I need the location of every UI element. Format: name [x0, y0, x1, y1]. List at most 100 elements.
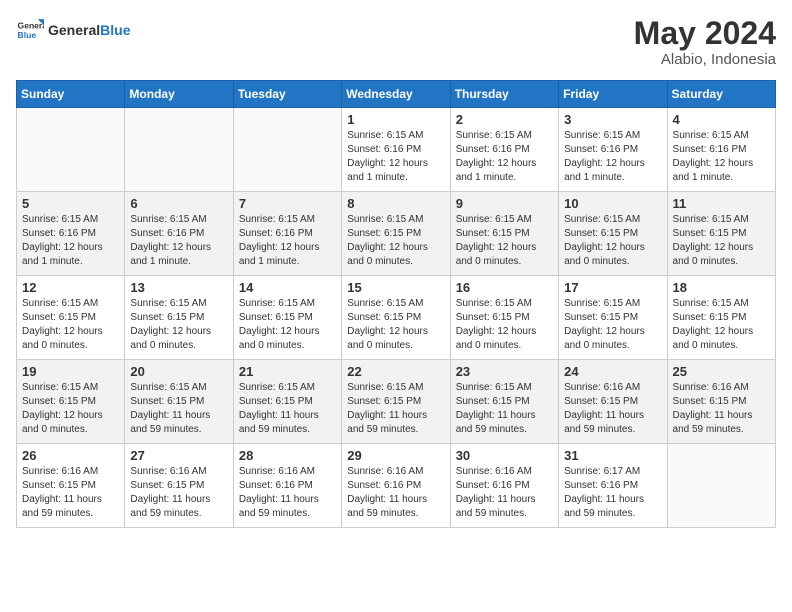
day-info: Sunrise: 6:15 AM Sunset: 6:15 PM Dayligh… — [456, 297, 553, 353]
day-number: 8 — [347, 196, 444, 211]
day-number: 26 — [22, 448, 119, 463]
day-number: 17 — [564, 280, 661, 295]
day-number: 15 — [347, 280, 444, 295]
calendar-day-29: 29 Sunrise: 6:16 AM Sunset: 6:16 PM Dayli… — [342, 444, 450, 528]
calendar-day-empty — [125, 108, 233, 192]
calendar-day-23: 23Sunrise: 6:15 AM Sunset: 6:15 PM Dayli… — [450, 360, 558, 444]
day-info: Sunrise: 6:15 AM Sunset: 6:15 PM Dayligh… — [239, 381, 336, 437]
day-info: Sunrise: 6:16 AM Sunset: 6:15 PM Dayligh… — [673, 381, 770, 437]
day-info: Sunrise: 6:15 AM Sunset: 6:15 PM Dayligh… — [22, 381, 119, 437]
calendar-day-22: 22 Sunrise: 6:15 AM Sunset: 6:15 PM Dayli… — [342, 360, 450, 444]
calendar-week-row: 19Sunrise: 6:15 AM Sunset: 6:15 PM Dayli… — [17, 360, 776, 444]
calendar-week-row: 1 Sunrise: 6:15 AM Sunset: 6:16 PM Daylig… — [17, 108, 776, 192]
calendar-week-row: 5 Sunrise: 6:15 AM Sunset: 6:16 PM Daylig… — [17, 192, 776, 276]
day-info: Sunrise: 6:15 AM Sunset: 6:15 PM Dayligh… — [673, 213, 770, 269]
day-info: Sunrise: 6:17 AM Sunset: 6:16 PM Dayligh… — [564, 465, 661, 521]
day-info: Sunrise: 6:15 AM Sunset: 6:15 PM Dayligh… — [347, 381, 444, 437]
day-info: Sunrise: 6:15 AM Sunset: 6:15 PM Dayligh… — [239, 297, 336, 353]
day-info: Sunrise: 6:15 AM Sunset: 6:16 PM Dayligh… — [239, 213, 336, 269]
day-info: Sunrise: 6:15 AM Sunset: 6:15 PM Dayligh… — [456, 213, 553, 269]
calendar-day-31: 31Sunrise: 6:17 AM Sunset: 6:16 PM Dayli… — [559, 444, 667, 528]
day-number: 22 — [347, 364, 444, 379]
calendar-day-12: 12Sunrise: 6:15 AM Sunset: 6:15 PM Dayli… — [17, 276, 125, 360]
title-block: May 2024 Alabio, Indonesia — [634, 16, 776, 68]
calendar-day-13: 13Sunrise: 6:15 AM Sunset: 6:15 PM Dayli… — [125, 276, 233, 360]
logo-blue: Blue — [100, 22, 130, 38]
day-info: Sunrise: 6:16 AM Sunset: 6:16 PM Dayligh… — [239, 465, 336, 521]
calendar-day-14: 14 Sunrise: 6:15 AM Sunset: 6:15 PM Dayli… — [233, 276, 341, 360]
calendar-day-19: 19Sunrise: 6:15 AM Sunset: 6:15 PM Dayli… — [17, 360, 125, 444]
calendar-day-21: 21 Sunrise: 6:15 AM Sunset: 6:15 PM Dayli… — [233, 360, 341, 444]
day-info: Sunrise: 6:15 AM Sunset: 6:15 PM Dayligh… — [673, 297, 770, 353]
day-info: Sunrise: 6:15 AM Sunset: 6:15 PM Dayligh… — [130, 297, 227, 353]
general-blue-logo-icon: General Blue — [16, 16, 44, 44]
day-number: 27 — [130, 448, 227, 463]
day-number: 4 — [673, 112, 770, 127]
calendar-day-2: 2Sunrise: 6:15 AM Sunset: 6:16 PM Daylig… — [450, 108, 558, 192]
calendar-day-27: 27Sunrise: 6:16 AM Sunset: 6:15 PM Dayli… — [125, 444, 233, 528]
weekday-header-friday: Friday — [559, 81, 667, 108]
calendar-day-25: 25Sunrise: 6:16 AM Sunset: 6:15 PM Dayli… — [667, 360, 775, 444]
day-info: Sunrise: 6:16 AM Sunset: 6:15 PM Dayligh… — [564, 381, 661, 437]
day-number: 23 — [456, 364, 553, 379]
calendar-day-30: 30 Sunrise: 6:16 AM Sunset: 6:16 PM Dayli… — [450, 444, 558, 528]
day-info: Sunrise: 6:15 AM Sunset: 6:15 PM Dayligh… — [564, 213, 661, 269]
logo: General Blue GeneralBlue — [16, 16, 130, 44]
calendar-day-11: 11Sunrise: 6:15 AM Sunset: 6:15 PM Dayli… — [667, 192, 775, 276]
day-info: Sunrise: 6:15 AM Sunset: 6:15 PM Dayligh… — [347, 213, 444, 269]
calendar-day-10: 10 Sunrise: 6:15 AM Sunset: 6:15 PM Dayli… — [559, 192, 667, 276]
calendar-day-3: 3 Sunrise: 6:15 AM Sunset: 6:16 PM Daylig… — [559, 108, 667, 192]
calendar-day-24: 24 Sunrise: 6:16 AM Sunset: 6:15 PM Dayli… — [559, 360, 667, 444]
weekday-header-sunday: Sunday — [17, 81, 125, 108]
page-header: General Blue GeneralBlue May 2024 Alabio… — [16, 16, 776, 68]
day-info: Sunrise: 6:16 AM Sunset: 6:15 PM Dayligh… — [22, 465, 119, 521]
calendar-day-5: 5 Sunrise: 6:15 AM Sunset: 6:16 PM Daylig… — [17, 192, 125, 276]
day-info: Sunrise: 6:15 AM Sunset: 6:15 PM Dayligh… — [347, 297, 444, 353]
day-number: 20 — [130, 364, 227, 379]
calendar-week-row: 12Sunrise: 6:15 AM Sunset: 6:15 PM Dayli… — [17, 276, 776, 360]
calendar-day-20: 20Sunrise: 6:15 AM Sunset: 6:15 PM Dayli… — [125, 360, 233, 444]
day-number: 29 — [347, 448, 444, 463]
day-info: Sunrise: 6:15 AM Sunset: 6:16 PM Dayligh… — [456, 129, 553, 185]
calendar-day-empty — [233, 108, 341, 192]
calendar-day-26: 26 Sunrise: 6:16 AM Sunset: 6:15 PM Dayli… — [17, 444, 125, 528]
calendar-day-15: 15 Sunrise: 6:15 AM Sunset: 6:15 PM Dayli… — [342, 276, 450, 360]
calendar-day-empty — [17, 108, 125, 192]
day-number: 30 — [456, 448, 553, 463]
weekday-header-row: SundayMondayTuesdayWednesdayThursdayFrid… — [17, 81, 776, 108]
day-info: Sunrise: 6:15 AM Sunset: 6:16 PM Dayligh… — [564, 129, 661, 185]
day-number: 10 — [564, 196, 661, 211]
month-title: May 2024 — [634, 16, 776, 51]
day-info: Sunrise: 6:16 AM Sunset: 6:16 PM Dayligh… — [347, 465, 444, 521]
calendar-day-4: 4 Sunrise: 6:15 AM Sunset: 6:16 PM Daylig… — [667, 108, 775, 192]
day-number: 3 — [564, 112, 661, 127]
day-info: Sunrise: 6:15 AM Sunset: 6:15 PM Dayligh… — [564, 297, 661, 353]
day-number: 28 — [239, 448, 336, 463]
weekday-header-tuesday: Tuesday — [233, 81, 341, 108]
calendar-day-17: 17 Sunrise: 6:15 AM Sunset: 6:15 PM Dayli… — [559, 276, 667, 360]
day-info: Sunrise: 6:15 AM Sunset: 6:16 PM Dayligh… — [673, 129, 770, 185]
logo-general: General — [48, 22, 100, 38]
day-number: 1 — [347, 112, 444, 127]
calendar-week-row: 26 Sunrise: 6:16 AM Sunset: 6:15 PM Dayli… — [17, 444, 776, 528]
calendar-day-18: 18 Sunrise: 6:15 AM Sunset: 6:15 PM Dayli… — [667, 276, 775, 360]
day-number: 14 — [239, 280, 336, 295]
day-number: 5 — [22, 196, 119, 211]
calendar-day-9: 9 Sunrise: 6:15 AM Sunset: 6:15 PM Daylig… — [450, 192, 558, 276]
svg-text:Blue: Blue — [18, 30, 37, 40]
day-info: Sunrise: 6:15 AM Sunset: 6:16 PM Dayligh… — [347, 129, 444, 185]
day-info: Sunrise: 6:16 AM Sunset: 6:16 PM Dayligh… — [456, 465, 553, 521]
calendar-day-1: 1 Sunrise: 6:15 AM Sunset: 6:16 PM Daylig… — [342, 108, 450, 192]
day-number: 21 — [239, 364, 336, 379]
day-number: 16 — [456, 280, 553, 295]
day-number: 9 — [456, 196, 553, 211]
day-number: 24 — [564, 364, 661, 379]
calendar-day-empty — [667, 444, 775, 528]
calendar-day-8: 8 Sunrise: 6:15 AM Sunset: 6:15 PM Daylig… — [342, 192, 450, 276]
day-number: 18 — [673, 280, 770, 295]
weekday-header-wednesday: Wednesday — [342, 81, 450, 108]
day-info: Sunrise: 6:15 AM Sunset: 6:16 PM Dayligh… — [22, 213, 119, 269]
weekday-header-saturday: Saturday — [667, 81, 775, 108]
calendar-day-7: 7Sunrise: 6:15 AM Sunset: 6:16 PM Daylig… — [233, 192, 341, 276]
svg-text:General: General — [18, 20, 44, 30]
